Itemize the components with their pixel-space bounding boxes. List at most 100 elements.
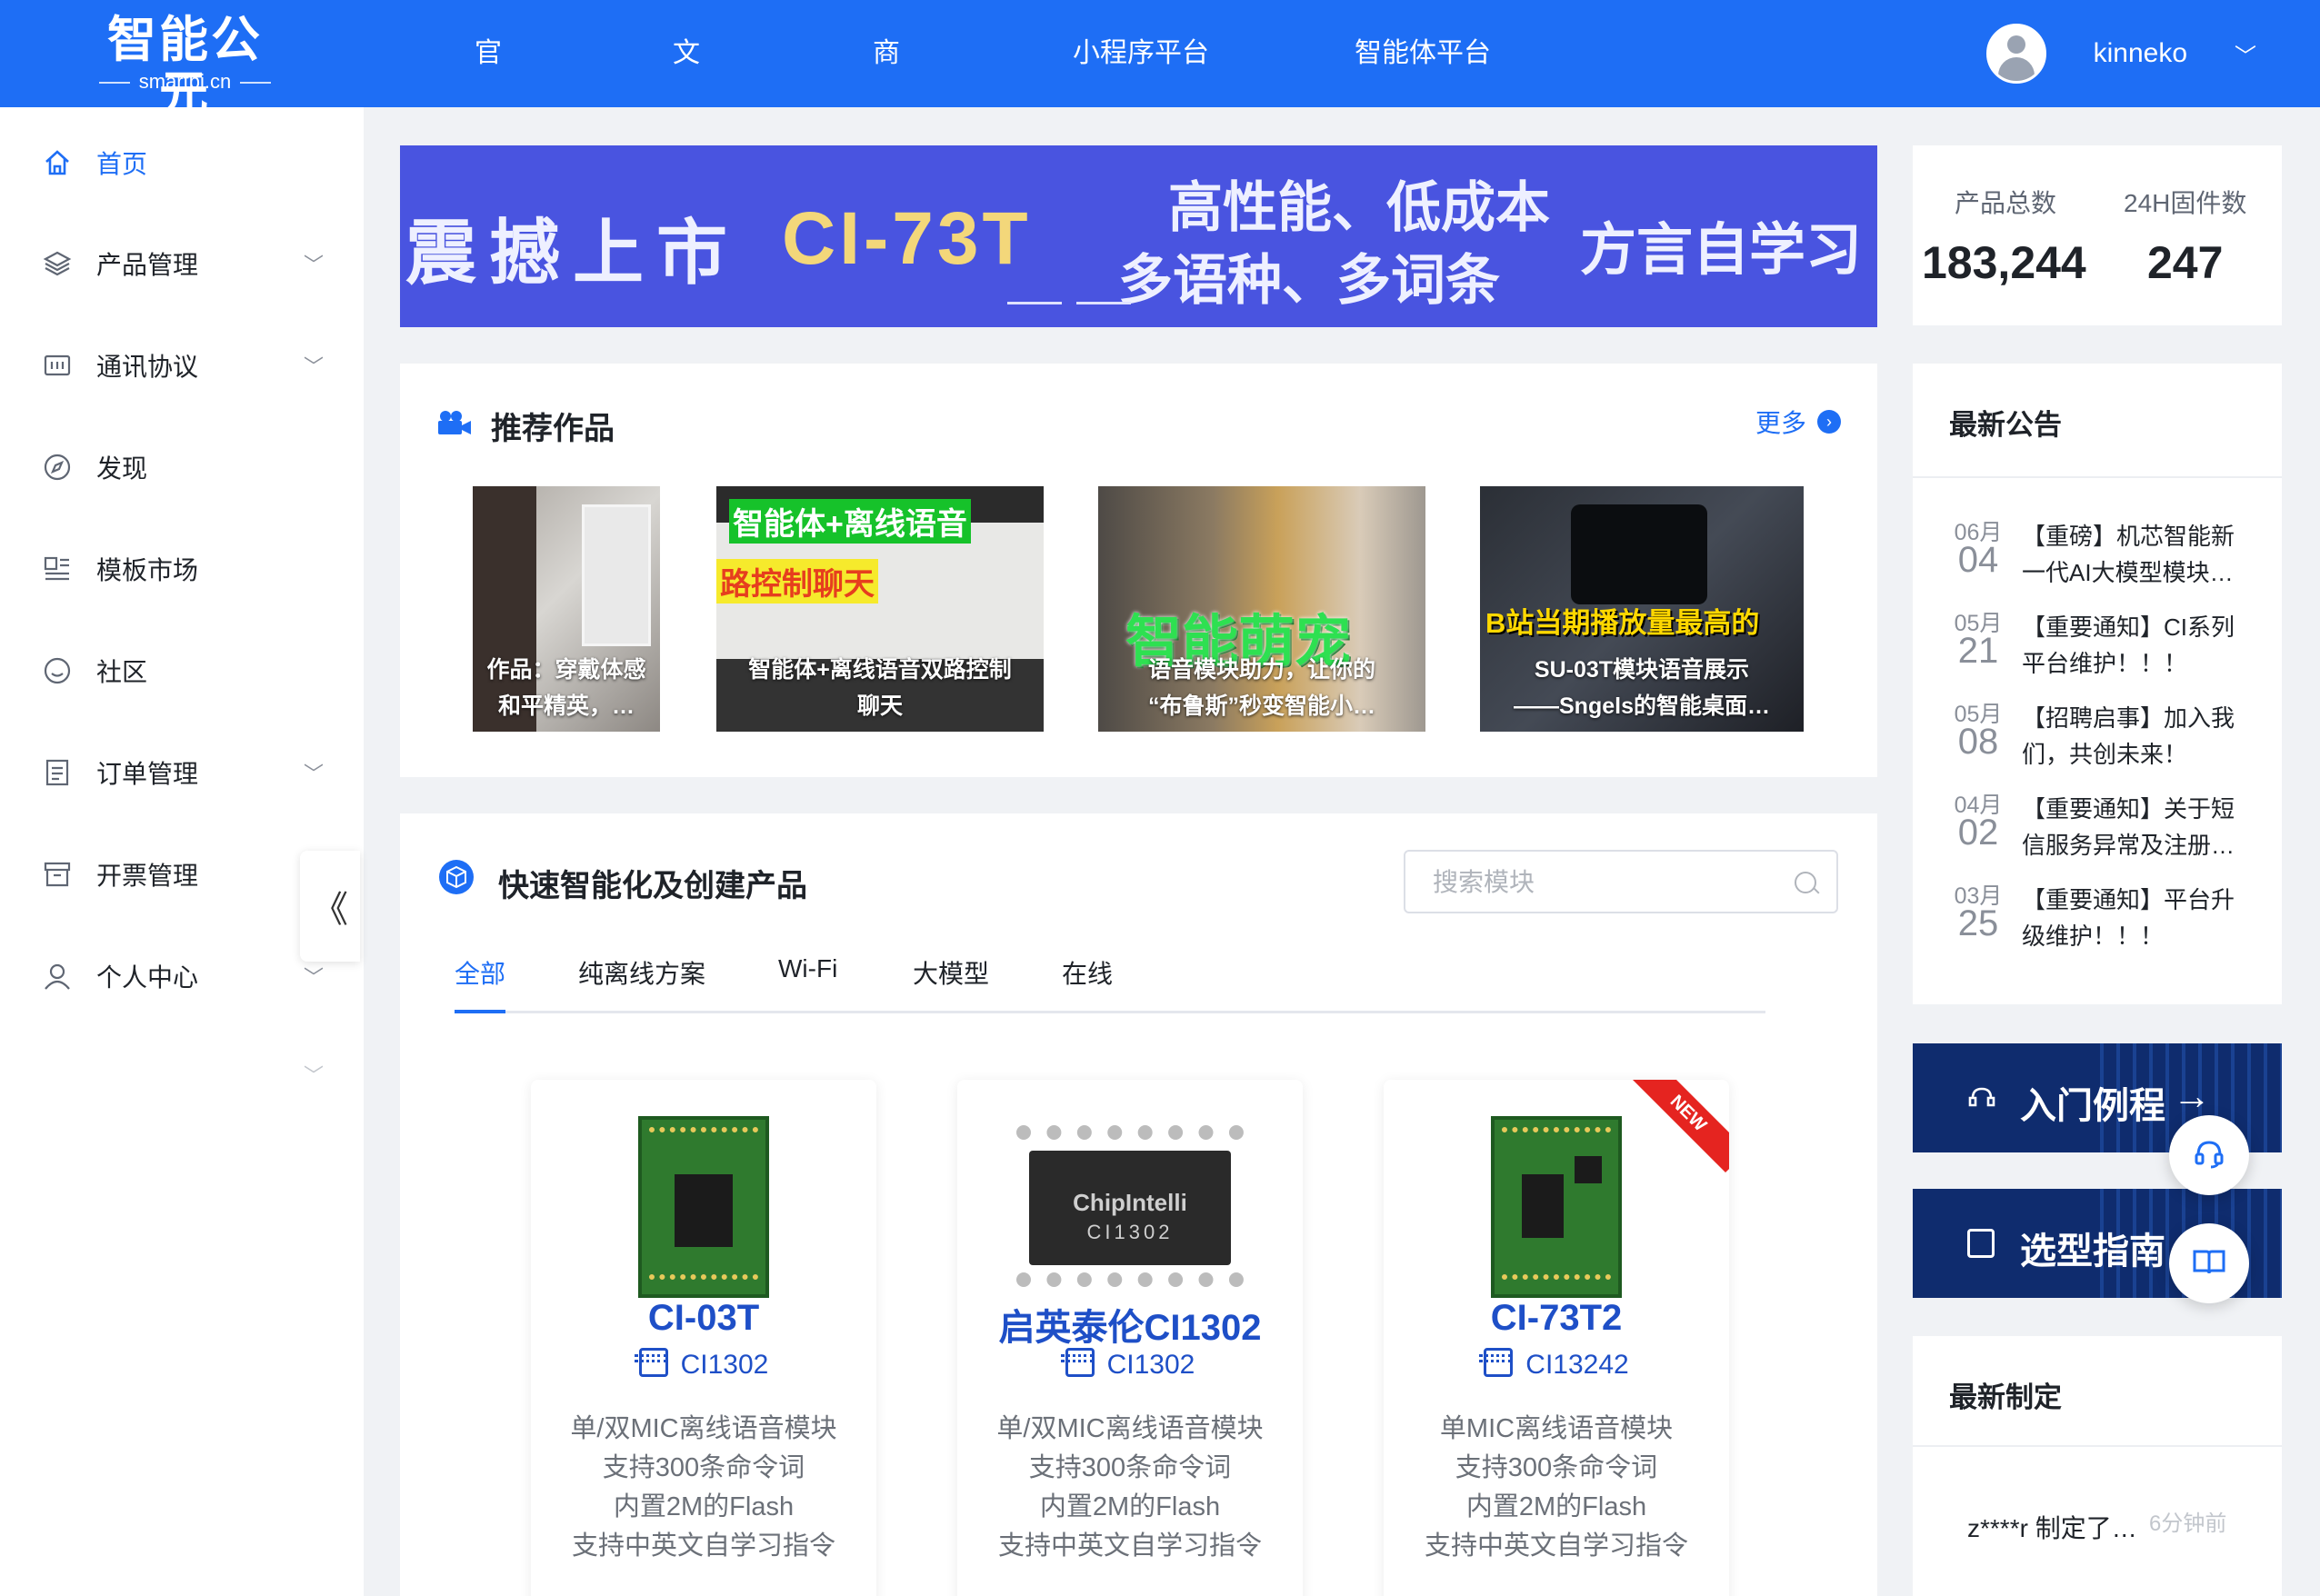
chevron-down-icon: ﹀ [304,254,325,276]
brand-logo[interactable]: 智能公元 smartpi.cn [87,13,283,122]
stats-card: 产品总数 24H固件数 183,244 247 [1913,145,2282,325]
intro-examples-label: 入门例程 [2020,1086,2165,1126]
work-overlay-title: 智能体+离线语音 [729,499,971,544]
banner-model: CI-73T [782,197,1032,280]
announcement-item[interactable]: 06月 04 【重磅】机芯智能新一代AI大模型模块… [1949,514,2258,593]
announcement-day: 21 [1957,631,1999,671]
work-overlay-subtitle: 路控制聊天 [716,559,878,603]
chip-icon [1060,1348,1095,1377]
product-feature: 单/双MIC离线语音模块 [996,1414,1264,1443]
protocol-icon [42,350,73,381]
work-card[interactable]: 智能萌宠 语音模块助力，让你的 “布鲁斯”秒变智能小… [1098,486,1425,732]
work-caption: SU-03T模块语音展示 ——Sngels的智能桌面… [1514,657,1770,719]
product-chip: CI13242 [1384,1348,1729,1381]
selection-guide-label: 选型指南 [2020,1232,2165,1272]
announcement-text: 【重要通知】CI系列平台维护！！！ [2022,613,2235,677]
works-title: 推荐作品 [491,412,615,446]
product-feature: 内置2M的Flash [1039,1492,1221,1521]
tab-all[interactable]: 全部 [455,954,506,1013]
user-icon [42,961,73,992]
tab-llm[interactable]: 大模型 [913,954,989,1011]
product-card[interactable]: CI-03T CI1302 单/双MIC离线语音模块 支持300条命令词 内置2… [531,1080,876,1596]
product-image [638,1116,769,1298]
sidebar-item-protocol[interactable]: 通讯协议 ﹀ [0,334,364,397]
banner-headline: 震撼上市 [405,212,741,294]
tab-online[interactable]: 在线 [1062,954,1113,1011]
chevron-down-icon: ﹀ [304,763,325,785]
archive-icon [42,859,73,890]
product-image: ChipIntelli CI1302 [1016,1116,1244,1298]
user-menu[interactable]: kinneko ﹀ [1985,22,2256,85]
sidebar-collapse-button[interactable]: 《 [300,851,360,962]
nav-miniprogram[interactable]: 小程序平台 [1073,0,1209,107]
tab-offline[interactable]: 纯离线方案 [578,954,705,1011]
chevron-down-icon: ﹀ [304,1064,325,1087]
module-search[interactable] [1404,850,1838,913]
latest-made-entry[interactable]: z****r 制定了… [1967,1509,2137,1545]
video-camera-icon [436,409,473,441]
sidebar-item-label: 个人中心 [96,963,199,992]
chip-icon [1479,1348,1514,1377]
product-feature: 支持300条命令词 [602,1453,805,1482]
product-name: CI-73T2 [1490,1298,1623,1338]
firmware-count-value: 247 [2147,237,2224,288]
product-name: 启英泰伦CI1302 [998,1308,1262,1348]
nav-agent-platform[interactable]: 智能体平台 [1355,0,1491,107]
template-icon [42,554,73,584]
chevron-right-icon: › [1817,410,1841,434]
announcement-item[interactable]: 05月 08 【招聘启事】加入我们，共创未来！ [1949,696,2258,774]
product-chip: CI1302 [957,1348,1303,1381]
announcement-item[interactable]: 04月 02 【重要通知】关于短信服务异常及注册… [1949,787,2258,865]
sidebar-item-label: 通讯协议 [96,353,199,381]
work-card[interactable]: B站当期播放量最高的 SU-03T模块语音展示 ——Sngels的智能桌面… [1480,486,1804,732]
more-label: 更多 [1755,409,1806,437]
sidebar-item-templates[interactable]: 模板市场 [0,537,364,601]
announcements-title: 最新公告 [1949,409,2062,441]
announcement-day: 25 [1957,903,1999,943]
promo-banner[interactable]: 震撼上市 CI-73T 高性能、低成本 多语种、多词条 方言自学习 [400,145,1877,327]
customer-service-button[interactable] [2169,1115,2249,1195]
avatar[interactable] [1985,24,2046,84]
product-card[interactable]: ChipIntelli CI1302 启英泰伦CI1302 CI1302 单/双… [957,1080,1303,1596]
announcement-text: 【重要通知】关于短信服务异常及注册… [2022,795,2235,859]
announcement-text: 【招聘启事】加入我们，共创未来！ [2022,704,2235,768]
cube-icon [438,859,475,900]
announcement-text: 【重要通知】平台升级维护！！！ [2022,886,2235,950]
code-icon [1965,1082,1998,1119]
search-input[interactable] [1431,864,1780,901]
work-card[interactable]: 智能体+离线语音 路控制聊天 智能体+离线语音双路控制 聊天 [716,486,1044,732]
sidebar-item-community[interactable]: 社区 [0,639,364,703]
sidebar-item-orders[interactable]: 订单管理 ﹀ [0,741,364,804]
chevron-down-icon: ﹀ [304,966,325,989]
sidebar-item-home[interactable]: 首页 [0,131,364,195]
tab-wifi[interactable]: Wi-Fi [778,954,837,1011]
chevron-down-icon[interactable]: ﹀ [2235,38,2256,70]
product-tabs: 全部 纯离线方案 Wi-Fi 大模型 在线 [455,954,1765,1013]
product-image [1491,1116,1622,1298]
product-name: CI-03T [647,1298,760,1338]
sidebar-item-label: 发现 [96,454,148,483]
search-icon[interactable] [1795,872,1816,893]
username: kinneko [2093,38,2187,68]
sidebar-item-discover[interactable]: 发现 [0,435,364,499]
compass-icon [42,452,73,483]
docs-button[interactable] [2169,1223,2249,1303]
product-feature: 支持中英文自学习指令 [571,1531,835,1561]
product-card[interactable]: NEW CI-73T2 CI13242 单MIC离线语音模块 支持300条命令词… [1384,1080,1729,1596]
banner-tagline: 方言自学习 [1580,216,1863,283]
document-icon [42,757,73,788]
recommended-works: 推荐作品 更多 › 作品：穿戴体感 和平精英，… 智能体+离线语音 路控制聊天 智… [400,364,1877,777]
work-card[interactable]: 作品：穿戴体感 和平精英，… [473,486,660,732]
product-feature: 单MIC离线语音模块 [1439,1414,1674,1443]
more-link[interactable]: 更多 › [1755,404,1841,440]
announcement-item[interactable]: 03月 25 【重要通知】平台升级维护！！！ [1949,878,2258,956]
work-caption: 语音模块助力，让你的 “布鲁斯”秒变智能小… [1147,657,1375,719]
work-overlay-title: B站当期播放量最高的 [1485,607,1760,639]
sidebar-item-label: 模板市场 [96,556,199,584]
top-header: 智能公元 smartpi.cn 官网 文档 商店 小程序平台 智能体平台 kin… [0,0,2320,175]
announcement-item[interactable]: 05月 21 【重要通知】CI系列平台维护！！！ [1949,605,2258,683]
chip-print: CI1302 [1086,1221,1174,1243]
sidebar-item-products[interactable]: 产品管理 ﹀ [0,232,364,295]
latest-made-card: 最新制定 z****r 制定了… 6分钟前 [1913,1336,2282,1596]
latest-made-header: 最新制定 [1913,1336,2282,1447]
